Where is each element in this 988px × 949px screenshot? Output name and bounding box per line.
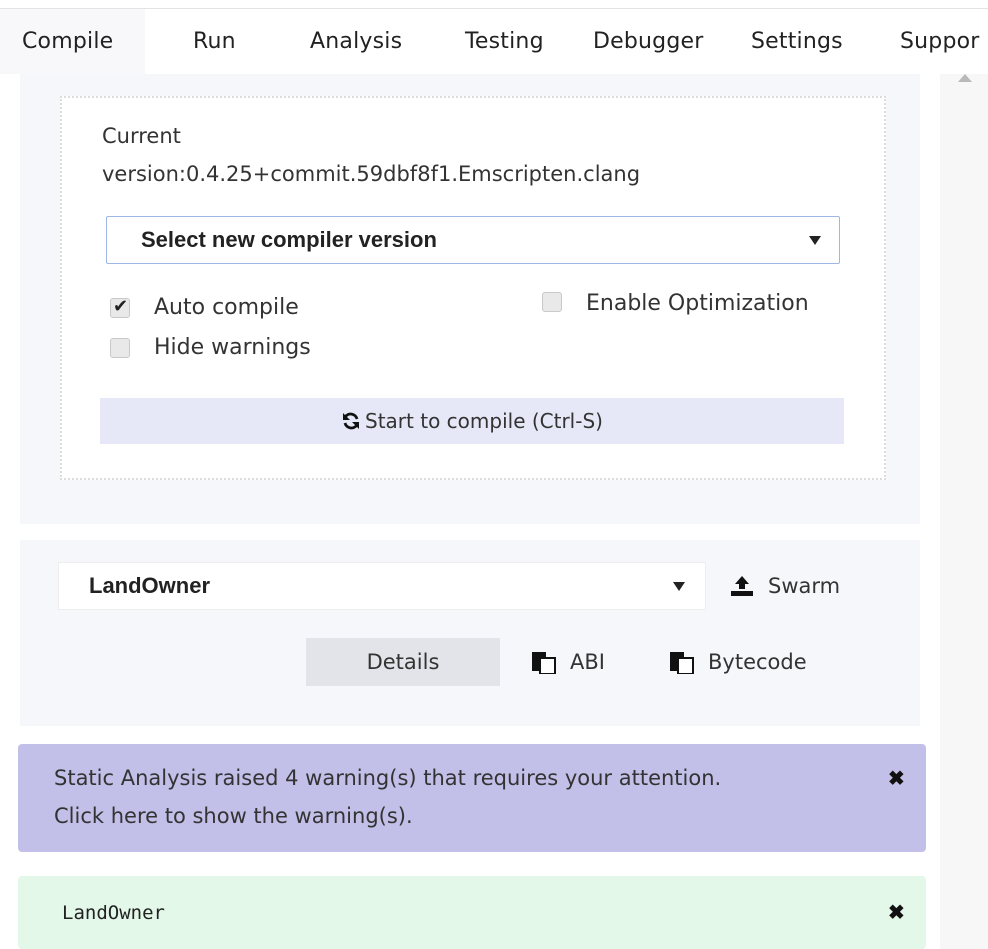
tab-bar: Compile Run Analysis Testing Debugger Se… xyxy=(0,8,988,75)
tab-analysis[interactable]: Analysis xyxy=(310,9,402,75)
compile-success-alert: LandOwner ✖ xyxy=(18,876,926,949)
bytecode-button[interactable]: Bytecode xyxy=(708,650,807,674)
start-compile-button[interactable]: Start to compile (Ctrl-S) xyxy=(100,398,844,444)
success-contract-name: LandOwner xyxy=(62,902,165,924)
tab-support[interactable]: Suppor xyxy=(900,9,980,75)
close-icon[interactable]: ✖ xyxy=(888,766,905,791)
refresh-icon xyxy=(343,412,360,430)
current-version: version:0.4.25+commit.59dbf8f1.Emscripte… xyxy=(102,162,641,186)
contract-select-value: LandOwner xyxy=(89,573,211,598)
tab-compile[interactable]: Compile xyxy=(0,9,145,75)
details-label: Details xyxy=(366,650,440,674)
enable-optimization-label: Enable Optimization xyxy=(586,291,809,316)
contract-select[interactable]: LandOwner xyxy=(58,562,706,610)
close-icon[interactable]: ✖ xyxy=(888,900,905,925)
clipboard-icon xyxy=(670,652,694,674)
warning-link[interactable]: Click here to show the warning(s). xyxy=(54,804,413,828)
tab-run[interactable]: Run xyxy=(193,9,236,75)
abi-button[interactable]: ABI xyxy=(570,650,605,674)
check-icon: ✔ xyxy=(113,296,129,316)
dropdown-caret-icon xyxy=(809,236,821,245)
start-compile-label: Start to compile (Ctrl-S) xyxy=(365,409,603,433)
tab-testing[interactable]: Testing xyxy=(465,9,544,75)
clipboard-icon xyxy=(532,652,556,674)
current-label: Current xyxy=(102,124,181,148)
static-analysis-warning[interactable]: Static Analysis raised 4 warning(s) that… xyxy=(18,744,926,852)
tab-debugger[interactable]: Debugger xyxy=(593,9,704,75)
auto-compile-checkbox[interactable]: ✔ xyxy=(110,296,130,318)
compiler-settings-box: Current version:0.4.25+commit.59dbf8f1.E… xyxy=(60,96,886,480)
details-button[interactable]: Details xyxy=(306,638,500,686)
swarm-button[interactable]: Swarm xyxy=(768,574,840,598)
hide-warnings-checkbox[interactable] xyxy=(110,338,130,358)
scrollbar[interactable] xyxy=(940,74,988,949)
tab-settings[interactable]: Settings xyxy=(751,9,843,75)
compiler-version-select[interactable]: Select new compiler version xyxy=(106,216,840,264)
compiler-container: Current version:0.4.25+commit.59dbf8f1.E… xyxy=(20,74,920,524)
upload-icon xyxy=(731,576,753,596)
warning-text: Static Analysis raised 4 warning(s) that… xyxy=(54,766,722,790)
contract-container: LandOwner Swarm Details ABI Bytecode xyxy=(20,540,920,726)
compiler-version-placeholder: Select new compiler version xyxy=(141,227,437,252)
hide-warnings-label: Hide warnings xyxy=(154,335,311,360)
auto-compile-label: Auto compile xyxy=(154,295,299,320)
enable-optimization-checkbox[interactable] xyxy=(542,292,562,312)
dropdown-caret-icon xyxy=(673,582,685,591)
scroll-up-icon[interactable] xyxy=(958,74,972,82)
